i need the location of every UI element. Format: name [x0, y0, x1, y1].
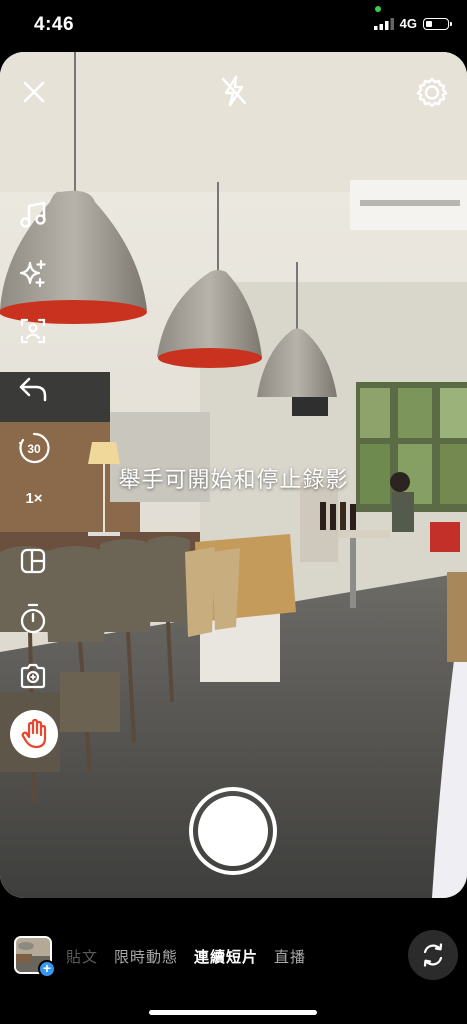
layout-button[interactable] — [17, 545, 49, 577]
status-time: 4:46 — [34, 14, 75, 35]
flash-toggle-button[interactable] — [217, 74, 251, 108]
close-button[interactable] — [18, 76, 50, 108]
settings-icon — [416, 77, 448, 108]
mode-post[interactable]: 貼文 — [66, 946, 98, 967]
effects-button[interactable] — [16, 257, 50, 291]
close-icon — [23, 81, 45, 103]
add-post-badge: + — [38, 960, 56, 978]
music-button[interactable] — [16, 198, 50, 232]
privacy-indicator — [375, 6, 381, 12]
network-type: 4G — [399, 16, 417, 31]
status-icons: 4G — [373, 16, 452, 31]
timer-30-icon: 30 — [18, 432, 50, 464]
mode-live[interactable]: 直播 — [274, 946, 306, 967]
battery-icon — [423, 17, 452, 30]
flip-camera-icon — [423, 943, 443, 967]
flip-camera-button[interactable] — [408, 930, 458, 980]
photo-capture-button[interactable] — [17, 660, 49, 692]
camera-viewfinder[interactable]: 30 1× 舉手可開始和停止錄影 — [0, 52, 467, 898]
timer-length-label: 30 — [27, 442, 41, 456]
mode-story[interactable]: 限時動態 — [114, 946, 178, 967]
hands-free-button[interactable] — [10, 710, 58, 758]
record-button-inner — [198, 796, 268, 866]
green-screen-button[interactable] — [17, 315, 49, 347]
flash-off-icon — [221, 75, 247, 107]
music-icon — [20, 201, 46, 228]
countdown-button[interactable] — [17, 602, 49, 636]
undo-button[interactable] — [16, 374, 50, 404]
undo-icon — [19, 377, 47, 402]
home-indicator — [149, 1010, 317, 1015]
effects-icon — [19, 259, 46, 288]
hand-gesture-icon — [21, 719, 47, 749]
gesture-hint: 舉手可開始和停止錄影 — [118, 467, 349, 492]
status-bar: 4:46 4G — [0, 0, 467, 52]
camera-capture-icon — [20, 663, 46, 689]
timer-length-button[interactable]: 30 — [16, 430, 52, 466]
mode-reels[interactable]: 連續短片 — [194, 946, 258, 967]
settings-button[interactable] — [414, 74, 450, 110]
signal-icon — [373, 17, 394, 30]
mode-selector: 貼文 限時動態 連續短片 直播 — [66, 946, 306, 967]
bottom-bar: + 貼文 限時動態 連續短片 直播 — [0, 898, 467, 1024]
layout-icon — [20, 548, 46, 574]
countdown-icon — [20, 603, 46, 634]
green-screen-icon — [20, 318, 46, 344]
record-button[interactable] — [189, 787, 277, 875]
